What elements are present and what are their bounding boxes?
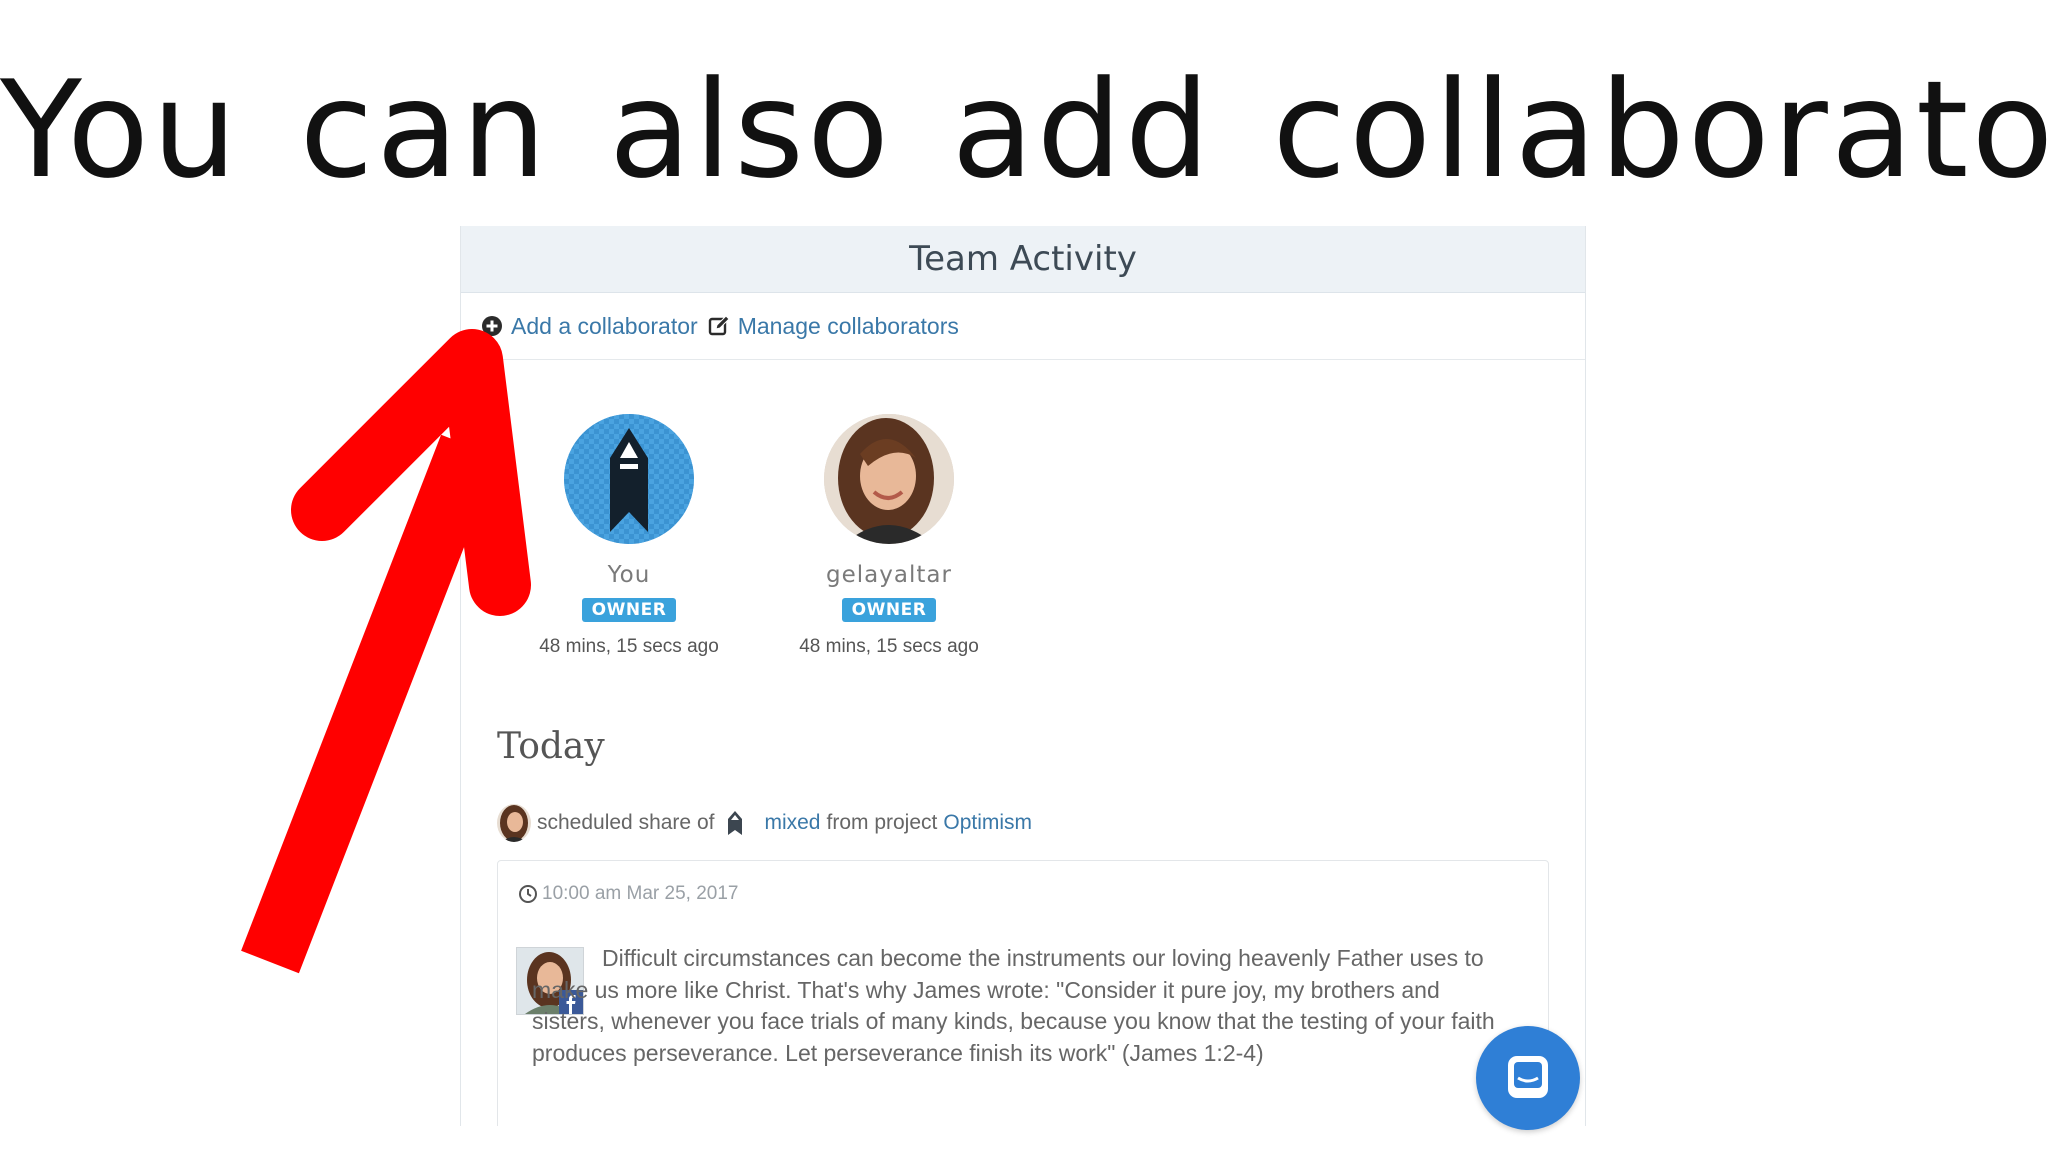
activity-entry: scheduled share of mixed from project Op…: [497, 804, 1032, 842]
role-badge: OWNER: [581, 598, 677, 622]
edit-icon: [708, 315, 730, 336]
team-activity-panel: Team Activity Add a collaborator Manage …: [460, 226, 1586, 1126]
post-body-text: Difficult circumstances can become the i…: [532, 945, 1495, 1066]
avatar[interactable]: [824, 414, 954, 544]
activity-text: from project: [826, 811, 938, 834]
collaborators-bar: Add a collaborator Manage collaborators: [461, 293, 1585, 360]
add-collaborator-link[interactable]: Add a collaborator: [481, 313, 698, 340]
panel-title: Team Activity: [909, 239, 1137, 279]
activity-text: scheduled share of: [537, 811, 715, 834]
user-photo-icon: [824, 414, 954, 544]
member-name: gelayaltar: [826, 562, 952, 588]
user-photo-icon: [497, 804, 531, 842]
clock-icon: [519, 885, 537, 903]
slide-title: You can also add collaborator: [0, 52, 2048, 208]
avatar[interactable]: [497, 804, 531, 842]
member-card-gelayaltar: gelayaltar OWNER 48 mins, 15 secs ago: [779, 414, 999, 658]
last-active-time: 48 mins, 15 secs ago: [539, 636, 719, 657]
section-heading-today: Today: [497, 726, 605, 767]
panel-header: Team Activity: [461, 226, 1585, 293]
item-link[interactable]: mixed: [764, 811, 820, 835]
avatar[interactable]: [564, 414, 694, 544]
pencil-logo-icon: [564, 414, 694, 544]
manage-collaborators-label[interactable]: Manage collaborators: [738, 313, 959, 340]
last-active-time: 48 mins, 15 secs ago: [799, 636, 979, 657]
plus-circle-icon: [482, 316, 502, 336]
manage-collaborators-link[interactable]: Manage collaborators: [698, 313, 959, 340]
scheduled-post-card: 10:00 am Mar 25, 2017 Difficult circumst…: [497, 860, 1549, 1126]
chat-icon: [1508, 1056, 1548, 1098]
member-card-you: You OWNER 48 mins, 15 secs ago: [519, 414, 739, 658]
chat-button[interactable]: [1476, 1026, 1580, 1130]
post-time-text: 10:00 am Mar 25, 2017: [542, 883, 739, 904]
role-badge: OWNER: [841, 598, 937, 622]
project-link[interactable]: Optimism: [943, 811, 1032, 835]
member-name: You: [607, 562, 651, 588]
add-collaborator-label[interactable]: Add a collaborator: [511, 313, 698, 340]
post-schedule-time: 10:00 am Mar 25, 2017: [518, 883, 738, 905]
pencil-logo-icon: [728, 811, 743, 835]
